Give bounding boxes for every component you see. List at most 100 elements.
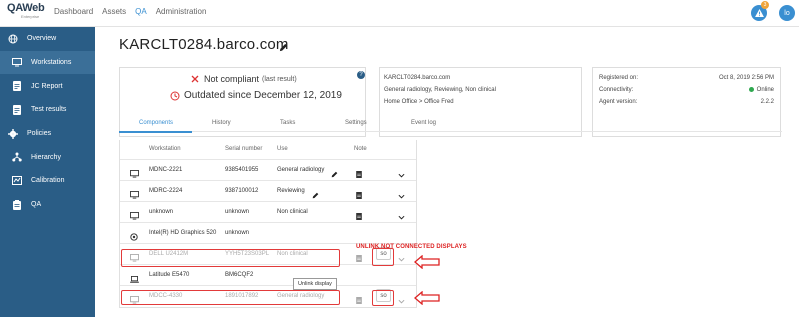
main-content: KARCLT0284.barco.com Not compliant (last… <box>95 27 799 317</box>
logo-subtext: Enterprise <box>21 14 40 19</box>
cell-workstation: MDNC-2221 <box>149 167 183 173</box>
logo[interactable]: QAWeb Enterprise <box>7 2 45 20</box>
cell-serial: 9387100012 <box>225 188 259 194</box>
tab-components[interactable]: Components <box>139 120 173 126</box>
sidebar-item-label: Test results <box>31 106 67 114</box>
status-text: Not compliant <box>204 74 260 84</box>
cell-serial: 9385401955 <box>225 167 259 173</box>
top-bar: QAWeb Enterprise Dashboard Assets QA Adm… <box>0 0 799 27</box>
nav-administration[interactable]: Administration <box>156 7 207 17</box>
logo-text: QAWeb <box>7 2 45 14</box>
tab-tasks[interactable]: Tasks <box>280 120 295 126</box>
annotation-highlight-row <box>121 290 340 305</box>
registered-value: Oct 8, 2019 2:56 PM <box>718 75 774 81</box>
connectivity-label: Connectivity: <box>599 87 634 93</box>
sidebar-item-label: Overview <box>27 35 57 43</box>
tab-event-log[interactable]: Event log <box>411 120 436 126</box>
active-tab-indicator <box>119 131 192 133</box>
help-icon[interactable]: ? <box>357 71 365 79</box>
col-workstation: Workstation <box>149 146 181 152</box>
sidebar-item-label: Policies <box>27 130 52 138</box>
sidebar-item-test-results[interactable]: Test results <box>0 98 95 122</box>
globe-icon <box>8 34 18 44</box>
clipboard-icon <box>12 199 22 210</box>
warning-triangle-icon <box>754 9 764 17</box>
info-name: KARCLT0284.barco.com <box>384 75 451 81</box>
table-row[interactable]: MDNC-2221 9385401955 General radiology <box>120 160 416 181</box>
connectivity-value: Online <box>756 87 774 93</box>
table-row[interactable]: Intel(R) HD Graphics 520 unknown <box>120 223 416 244</box>
cell-use: General radiology <box>277 167 325 173</box>
pencil-icon[interactable] <box>279 39 288 57</box>
compliance-status: Not compliant (last result) <box>191 74 297 84</box>
annotation-highlight-unlink <box>372 290 394 306</box>
annotation-highlight-unlink <box>372 248 394 266</box>
status-note: (last result) <box>262 75 297 83</box>
table-row[interactable]: MDRC-2224 9387100012 Reviewing <box>120 181 416 202</box>
tab-settings[interactable]: Settings <box>345 120 367 126</box>
chevron-down-icon[interactable] <box>398 291 405 309</box>
hierarchy-icon <box>12 152 22 162</box>
connectivity-status: Online <box>748 84 774 96</box>
sidebar-item-calibration[interactable]: Calibration <box>0 169 95 193</box>
agent-label: Agent version: <box>599 99 638 105</box>
table-row[interactable]: unknown unknown Non clinical <box>120 202 416 223</box>
avatar[interactable]: lo <box>779 5 795 21</box>
outdated-text: Outdated since December 12, 2019 <box>184 90 342 101</box>
registered-row: Registered on: Oct 8, 2019 2:56 PM <box>599 72 774 84</box>
online-dot-icon <box>748 86 754 92</box>
col-serial-number: Serial number <box>225 146 263 152</box>
info-tags: General radiology, Reviewing, Non clinic… <box>384 87 496 93</box>
table-header: Workstation Serial number Use Note <box>120 140 416 160</box>
sidebar-item-label: QA <box>31 201 42 209</box>
nav-assets[interactable]: Assets <box>102 7 126 17</box>
cell-workstation: Intel(R) HD Graphics 520 <box>149 230 217 236</box>
col-use: Use <box>277 146 288 152</box>
sidebar-item-workstations[interactable]: Workstations <box>0 50 95 75</box>
alerts-badge: 3 <box>761 1 769 9</box>
annotation-arrow-icon <box>414 291 440 305</box>
cell-workstation: unknown <box>149 209 174 215</box>
close-icon <box>191 75 199 83</box>
sidebar-item-overview[interactable]: Overview <box>0 27 95 51</box>
tab-bar: Components History Tasks Settings Event … <box>119 117 782 133</box>
annotation-highlight-row <box>121 249 340 267</box>
cell-workstation: MDRC-2224 <box>149 188 183 194</box>
registered-label: Registered on: <box>599 75 639 81</box>
cell-use: Reviewing <box>277 188 305 194</box>
clock-alert-icon <box>170 91 180 100</box>
sidebar-item-hierarchy[interactable]: Hierarchy <box>0 145 95 169</box>
calibration-icon <box>12 176 22 186</box>
gear-icon <box>8 128 18 139</box>
annotation-arrow-icon <box>414 255 440 269</box>
sidebar-item-jc-report[interactable]: JC Report <box>0 74 95 98</box>
sidebar-item-policies[interactable]: Policies <box>0 122 95 146</box>
cell-workstation: Latitude E5470 <box>149 272 190 278</box>
components-table: Workstation Serial number Use Note MDNC-… <box>119 140 417 308</box>
sidebar-item-label: JC Report <box>31 82 63 90</box>
sidebar-item-label: Calibration <box>31 177 65 185</box>
cell-serial: BM6CQF2 <box>225 272 254 278</box>
outdated-status: Outdated since December 12, 2019 <box>170 90 342 101</box>
cell-serial: unknown <box>225 209 250 215</box>
nav-qa[interactable]: QA <box>135 7 147 17</box>
main-nav: Dashboard Assets QA Administration <box>54 7 215 17</box>
unlink-tooltip: Unlink display <box>293 278 337 290</box>
sidebar-item-label: Workstations <box>31 59 72 67</box>
table-row[interactable]: Latitude E5470 BM6CQF2 <box>120 265 416 286</box>
document-icon <box>12 81 22 92</box>
col-note: Note <box>354 146 367 152</box>
page-title: KARCLT0284.barco.com <box>119 36 289 53</box>
document-icon <box>12 104 22 115</box>
connectivity-row: Connectivity: Online <box>599 84 774 96</box>
tab-history[interactable]: History <box>212 120 231 126</box>
info-location: Home Office > Office Fred <box>384 99 454 105</box>
monitor-icon <box>12 58 22 68</box>
note-icon[interactable] <box>356 291 362 309</box>
agent-row: Agent version: 2.2.2 <box>599 96 774 108</box>
cell-serial: unknown <box>225 230 250 236</box>
nav-dashboard[interactable]: Dashboard <box>54 7 93 17</box>
agent-value: 2.2.2 <box>760 99 774 105</box>
sidebar: Overview Workstations JC Report Test res… <box>0 27 95 317</box>
sidebar-item-qa[interactable]: QA <box>0 193 95 217</box>
